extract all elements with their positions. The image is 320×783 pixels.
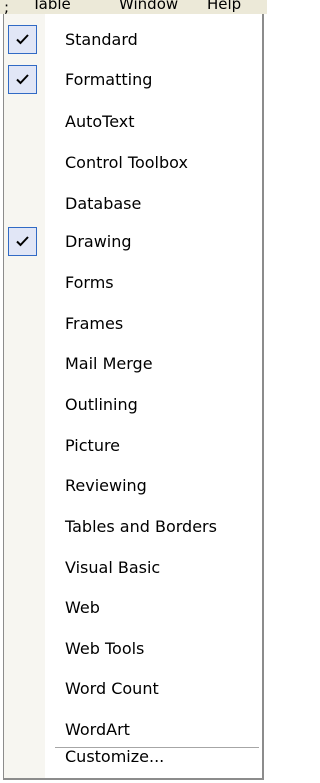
menu-item-label: Drawing (65, 232, 132, 251)
menu-item-reviewing[interactable]: Reviewing (4, 467, 262, 507)
menu-item-standard[interactable]: Standard (4, 21, 262, 61)
menu-item-label: Database (65, 194, 142, 213)
menu-item-database[interactable]: Database (4, 185, 262, 225)
menu-item-autotext[interactable]: AutoText (4, 103, 262, 143)
menu-help[interactable]: Help (207, 0, 241, 14)
menu-item-label: Customize... (65, 747, 165, 766)
menu-item-forms[interactable]: Forms (4, 264, 262, 304)
menu-item-frames[interactable]: Frames (4, 305, 262, 345)
menu-item-label: Formatting (65, 70, 153, 89)
menu-item-mail-merge[interactable]: Mail Merge (4, 345, 262, 385)
menu-item-tables-and-borders[interactable]: Tables and Borders (4, 508, 262, 548)
menu-item-formatting[interactable]: Formatting (4, 61, 262, 101)
menubar-separator: ; (4, 0, 10, 14)
screen: ; Table Window Help Standard Formatting … (0, 0, 267, 783)
menu-item-label: Picture (65, 436, 121, 455)
menu-item-label: Web Tools (65, 639, 145, 658)
menu-item-label: Reviewing (65, 476, 147, 495)
menu-item-word-count[interactable]: Word Count (4, 670, 262, 710)
menu-item-customize[interactable]: Customize... (4, 738, 262, 778)
menu-item-label: Frames (65, 314, 124, 333)
menu-bar: ; Table Window Help (0, 0, 267, 14)
menu-table[interactable]: Table (32, 0, 71, 14)
menu-item-label: WordArt (65, 720, 130, 739)
menu-window[interactable]: Window (119, 0, 178, 14)
menu-item-web[interactable]: Web (4, 589, 262, 629)
menu-item-drawing[interactable]: Drawing (4, 223, 262, 263)
menu-item-label: Forms (65, 273, 114, 292)
checkmark-icon (8, 25, 37, 54)
toolbars-submenu: Standard Formatting AutoText Control Too… (3, 14, 264, 780)
checkmark-icon (8, 227, 37, 256)
menu-item-label: Word Count (65, 679, 159, 698)
menu-item-label: Standard (65, 30, 138, 49)
menu-item-visual-basic[interactable]: Visual Basic (4, 549, 262, 589)
checkmark-icon (8, 65, 37, 94)
menu-item-label: Tables and Borders (65, 517, 217, 536)
menu-item-label: Mail Merge (65, 354, 153, 373)
menu-item-label: AutoText (65, 112, 135, 131)
menu-item-web-tools[interactable]: Web Tools (4, 630, 262, 670)
menu-item-control-toolbox[interactable]: Control Toolbox (4, 144, 262, 184)
menu-item-label: Visual Basic (65, 558, 161, 577)
menu-item-label: Outlining (65, 395, 138, 414)
menu-item-outlining[interactable]: Outlining (4, 386, 262, 426)
menu-item-label: Web (65, 598, 100, 617)
menu-item-label: Control Toolbox (65, 153, 188, 172)
menu-item-picture[interactable]: Picture (4, 427, 262, 467)
